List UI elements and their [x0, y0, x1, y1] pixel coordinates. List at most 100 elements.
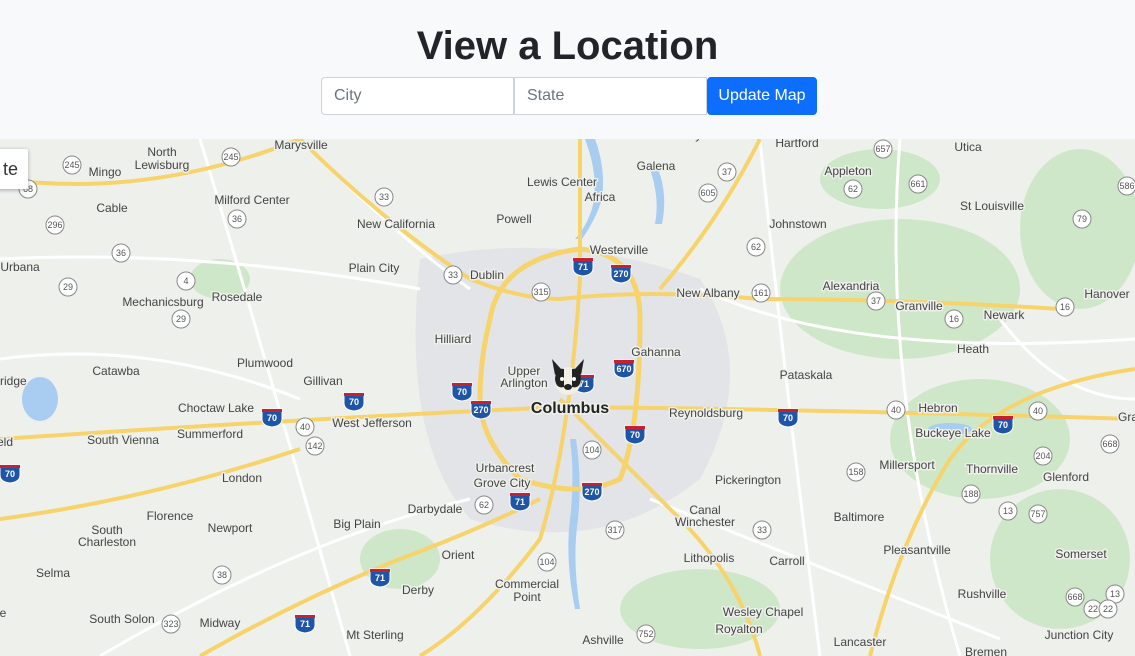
- state-route-shield: 36: [111, 243, 131, 263]
- svg-text:188: 188: [963, 489, 978, 499]
- svg-text:71: 71: [375, 573, 385, 583]
- svg-text:104: 104: [584, 445, 599, 455]
- svg-text:62: 62: [751, 242, 761, 252]
- place-label: Orient: [442, 548, 475, 562]
- map-canvas[interactable]: Columbus Marysville NorthLewisburg Mingo Mil…: [0, 139, 1135, 656]
- place-label: Florence: [147, 509, 194, 523]
- svg-text:62: 62: [848, 184, 858, 194]
- state-route-shield: 4: [176, 271, 196, 291]
- state-route-shield: 661: [908, 174, 928, 194]
- svg-text:317: 317: [607, 525, 622, 535]
- state-route-shield: 37: [717, 162, 737, 182]
- svg-text:668: 668: [1067, 592, 1082, 602]
- state-route-shield: 37: [866, 291, 886, 311]
- state-route-shield: 29: [171, 309, 191, 329]
- state-route-shield: 16: [944, 309, 964, 329]
- state-route-shield: 161: [751, 283, 771, 303]
- state-route-shield: 158: [846, 462, 866, 482]
- place-label: Johnstown: [769, 217, 826, 231]
- place-label: Hebron: [918, 401, 957, 415]
- svg-text:4: 4: [183, 276, 188, 286]
- svg-text:245: 245: [64, 160, 79, 170]
- state-route-shield: 62: [843, 179, 863, 199]
- place-label: London: [222, 471, 262, 485]
- place-label: Somerset: [1055, 547, 1107, 561]
- place-label: Hanover: [1084, 287, 1129, 301]
- svg-text:13: 13: [1003, 506, 1013, 516]
- state-route-shield: 204: [1033, 446, 1053, 466]
- place-label: Millersport: [879, 458, 935, 472]
- state-route-shield: 79: [1072, 209, 1092, 229]
- state-route-shield: 668: [1100, 434, 1120, 454]
- map-type-control[interactable]: te: [0, 149, 28, 189]
- place-label: Galena: [637, 159, 676, 173]
- place-label: nridge: [0, 374, 27, 388]
- svg-text:16: 16: [1060, 302, 1070, 312]
- svg-text:270: 270: [584, 487, 599, 497]
- place-label: Glenford: [1043, 470, 1089, 484]
- svg-text:70: 70: [267, 413, 277, 423]
- place-label: Milford Center: [214, 193, 289, 207]
- svg-text:33: 33: [757, 525, 767, 535]
- place-label: Choctaw Lake: [178, 401, 254, 415]
- state-route-shield: 40: [886, 400, 906, 420]
- city-input[interactable]: [321, 77, 514, 115]
- interstate-shield: 270: [610, 264, 632, 284]
- svg-text:161: 161: [753, 288, 768, 298]
- state-route-shield: 36: [227, 209, 247, 229]
- svg-text:62: 62: [479, 500, 489, 510]
- place-label: Bremen: [965, 645, 1007, 656]
- interstate-shield: 670: [613, 359, 635, 379]
- place-label: Big Plain: [333, 517, 380, 531]
- interstate-shield: 71: [294, 614, 316, 634]
- state-route-shield: 40: [295, 417, 315, 437]
- svg-text:29: 29: [63, 282, 73, 292]
- place-label: eld: [0, 435, 13, 449]
- state-route-shield: 16: [1055, 297, 1075, 317]
- state-route-shield: 22: [1098, 599, 1118, 619]
- state-route-shield: 323: [161, 614, 181, 634]
- svg-text:22: 22: [1103, 604, 1113, 614]
- location-form: Update Map: [321, 77, 817, 115]
- state-route-shield: 296: [45, 215, 65, 235]
- update-map-button[interactable]: Update Map: [707, 77, 817, 115]
- state-route-shield: 188: [961, 484, 981, 504]
- place-label: New Albany: [676, 286, 739, 300]
- svg-text:16: 16: [949, 314, 959, 324]
- place-label: Columbus: [531, 400, 609, 417]
- svg-text:40: 40: [1033, 406, 1043, 416]
- place-label: Urbancrest: [476, 461, 535, 475]
- place-label: Alexandria: [823, 279, 880, 293]
- place-label: Winchester: [675, 515, 735, 529]
- state-route-shield: 757: [1028, 504, 1048, 524]
- place-label: Newport: [208, 521, 253, 535]
- state-route-shield: 29: [58, 277, 78, 297]
- svg-text:70: 70: [349, 397, 359, 407]
- place-label: Westerville: [590, 243, 649, 257]
- place-label: Hilliard: [435, 332, 472, 346]
- state-route-shield: 40: [1028, 401, 1048, 421]
- svg-text:70: 70: [5, 469, 15, 479]
- place-label: Rosedale: [212, 290, 263, 304]
- place-label: Powell: [496, 212, 531, 226]
- svg-text:33: 33: [379, 192, 389, 202]
- place-label: Mingo: [89, 165, 122, 179]
- place-label: Derby: [402, 583, 434, 597]
- place-label: Lewis Center: [527, 175, 597, 189]
- interstate-shield: 70: [992, 415, 1014, 435]
- map[interactable]: Columbus Marysville North Lewisburg Mingo Mil…: [0, 139, 1135, 656]
- svg-text:71: 71: [300, 619, 310, 629]
- svg-text:657: 657: [875, 144, 890, 154]
- place-label: Darbydale: [408, 502, 463, 516]
- place-label: Africa: [585, 190, 616, 204]
- state-route-shield: 104: [582, 440, 602, 460]
- state-route-shield: 104: [537, 552, 557, 572]
- place-label: Reynoldsburg: [669, 406, 743, 420]
- state-route-shield: 62: [474, 495, 494, 515]
- place-label: Lancaster: [834, 635, 887, 649]
- svg-text:33: 33: [448, 270, 458, 280]
- place-label: South Vienna: [87, 433, 159, 447]
- state-input[interactable]: [514, 77, 707, 115]
- place-label: Hartford: [775, 139, 818, 150]
- place-label: Summerford: [177, 427, 243, 441]
